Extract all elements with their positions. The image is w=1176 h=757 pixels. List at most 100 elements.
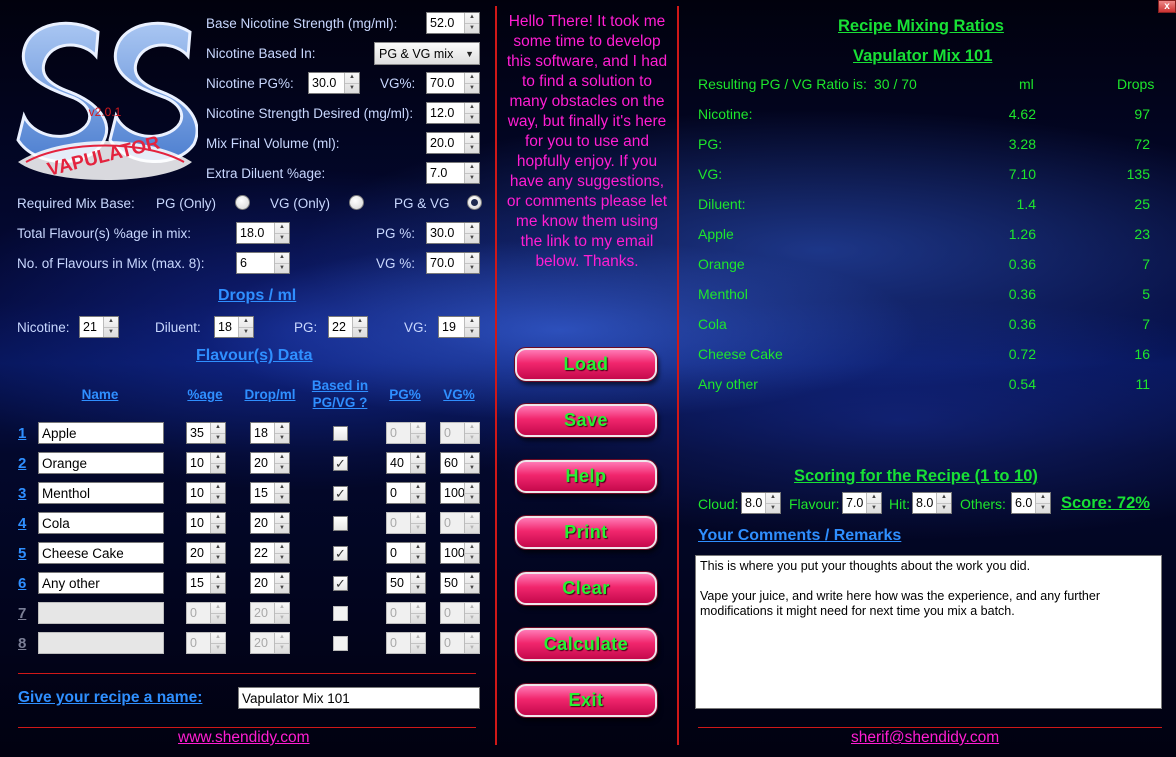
stepper-arrows-icon[interactable]: ▲ ▼ — [410, 483, 425, 503]
stepper-arrows-icon[interactable]: ▲ ▼ — [464, 253, 479, 273]
stepper-arrows-icon[interactable]: ▲ ▼ — [274, 513, 289, 533]
nicotine-based-in-select[interactable]: PG & VG mix ▼ — [374, 42, 480, 65]
flavour-drop-stepper[interactable]: 15 ▲ ▼ — [250, 482, 290, 504]
stepper-arrows-icon[interactable]: ▲ ▼ — [765, 493, 780, 513]
flavour-pct-stepper[interactable]: 20 ▲ ▼ — [186, 542, 226, 564]
flavour-name-input[interactable]: Menthol — [38, 482, 164, 504]
flavour-name-input[interactable]: Cola — [38, 512, 164, 534]
drops-pg-stepper[interactable]: 22 ▲ ▼ — [328, 316, 368, 338]
stepper-arrows-icon[interactable]: ▲ ▼ — [103, 317, 118, 337]
flavour-name-input[interactable]: Orange — [38, 452, 164, 474]
stepper-arrows-icon[interactable]: ▲ ▼ — [210, 573, 225, 593]
flavour-drop-stepper[interactable]: 20 ▲ ▼ — [250, 452, 290, 474]
recipe-name-input[interactable]: Vapulator Mix 101 — [238, 687, 480, 709]
based-in-pgvg-checkbox[interactable]: ✓ — [333, 546, 348, 561]
stepper-arrows-icon[interactable]: ▲ ▼ — [464, 573, 479, 593]
flavour-pct-stepper[interactable]: 35 ▲ ▼ — [186, 422, 226, 444]
flavour-name-input[interactable]: Any other — [38, 572, 164, 594]
stepper-arrows-icon[interactable]: ▲ ▼ — [210, 603, 225, 623]
stepper-arrows-icon[interactable]: ▲ ▼ — [274, 453, 289, 473]
website-link[interactable]: www.shendidy.com — [178, 729, 310, 747]
flavour-pct-stepper[interactable]: 0 ▲ ▼ — [186, 602, 226, 624]
save-button[interactable]: Save — [515, 404, 657, 437]
stepper-arrows-icon[interactable]: ▲ ▼ — [464, 603, 479, 623]
drops-nicotine-stepper[interactable]: 21 ▲ ▼ — [79, 316, 119, 338]
based-in-pgvg-checkbox[interactable]: ✓ — [333, 576, 348, 591]
clear-button[interactable]: Clear — [515, 572, 657, 605]
stepper-arrows-icon[interactable]: ▲ ▼ — [210, 453, 225, 473]
stepper-arrows-icon[interactable]: ▲ ▼ — [274, 573, 289, 593]
flavour-name-input[interactable]: Apple — [38, 422, 164, 444]
stepper-arrows-icon[interactable]: ▲ ▼ — [464, 13, 479, 33]
flavour-pg-stepper[interactable]: 40 ▲ ▼ — [386, 452, 426, 474]
based-in-pgvg-checkbox[interactable] — [333, 426, 348, 441]
stepper-arrows-icon[interactable]: ▲ ▼ — [238, 317, 253, 337]
hit-score-stepper[interactable]: 8.0 ▲ ▼ — [912, 492, 952, 514]
stepper-arrows-icon[interactable]: ▲ ▼ — [210, 633, 225, 653]
flavour-pg-stepper[interactable]: 0 ▲ ▼ — [386, 422, 426, 444]
stepper-arrows-icon[interactable]: ▲ ▼ — [210, 513, 225, 533]
flavour-drop-stepper[interactable]: 22 ▲ ▼ — [250, 542, 290, 564]
final-volume-stepper[interactable]: 20.0 ▲ ▼ — [426, 132, 480, 154]
stepper-arrows-icon[interactable]: ▲ ▼ — [410, 513, 425, 533]
extra-diluent-stepper[interactable]: 7.0 ▲ ▼ — [426, 162, 480, 184]
others-score-stepper[interactable]: 6.0 ▲ ▼ — [1011, 492, 1051, 514]
flavour-pct-stepper[interactable]: 10 ▲ ▼ — [186, 452, 226, 474]
stepper-arrows-icon[interactable]: ▲ ▼ — [464, 513, 479, 533]
drops-diluent-stepper[interactable]: 18 ▲ ▼ — [214, 316, 254, 338]
stepper-arrows-icon[interactable]: ▲ ▼ — [352, 317, 367, 337]
flavour-drop-stepper[interactable]: 18 ▲ ▼ — [250, 422, 290, 444]
total-flavour-stepper[interactable]: 18.0 ▲ ▼ — [236, 222, 290, 244]
stepper-arrows-icon[interactable]: ▲ ▼ — [936, 493, 951, 513]
flavour-vg-stepper[interactable]: 50 ▲ ▼ — [440, 572, 480, 594]
base-nicotine-stepper[interactable]: 52.0 ▲ ▼ — [426, 12, 480, 34]
cloud-score-stepper[interactable]: 8.0 ▲ ▼ — [741, 492, 781, 514]
drops-vg-stepper[interactable]: 19 ▲ ▼ — [438, 316, 480, 338]
flavour-vg-stepper[interactable]: 0 ▲ ▼ — [440, 602, 480, 624]
stepper-arrows-icon[interactable]: ▲ ▼ — [464, 483, 479, 503]
stepper-arrows-icon[interactable]: ▲ ▼ — [274, 483, 289, 503]
load-button[interactable]: Load — [515, 348, 657, 381]
flavour-pg-stepper[interactable]: 0 ▲ ▼ — [386, 632, 426, 654]
stepper-arrows-icon[interactable]: ▲ ▼ — [1035, 493, 1050, 513]
stepper-arrows-icon[interactable]: ▲ ▼ — [464, 317, 479, 337]
stepper-arrows-icon[interactable]: ▲ ▼ — [866, 493, 881, 513]
stepper-arrows-icon[interactable]: ▲ ▼ — [410, 423, 425, 443]
flavour-vg-stepper[interactable]: 0 ▲ ▼ — [440, 632, 480, 654]
stepper-arrows-icon[interactable]: ▲ ▼ — [464, 453, 479, 473]
nicotine-pg-stepper[interactable]: 30.0 ▲ ▼ — [308, 72, 360, 94]
flavour-name-input[interactable] — [38, 632, 164, 654]
flavour-vg-stepper[interactable]: 60 ▲ ▼ — [440, 452, 480, 474]
nicotine-desired-stepper[interactable]: 12.0 ▲ ▼ — [426, 102, 480, 124]
based-in-pgvg-checkbox[interactable]: ✓ — [333, 456, 348, 471]
flavour-pg-stepper[interactable]: 50 ▲ ▼ — [386, 572, 426, 594]
stepper-arrows-icon[interactable]: ▲ ▼ — [464, 633, 479, 653]
mix-base-pg-radio[interactable] — [235, 195, 250, 210]
flavour-pct-stepper[interactable]: 10 ▲ ▼ — [186, 512, 226, 534]
flavour-name-input[interactable] — [38, 602, 164, 624]
stepper-arrows-icon[interactable]: ▲ ▼ — [210, 423, 225, 443]
based-in-pgvg-checkbox[interactable] — [333, 636, 348, 651]
stepper-arrows-icon[interactable]: ▲ ▼ — [344, 73, 359, 93]
stepper-arrows-icon[interactable]: ▲ ▼ — [464, 73, 479, 93]
vg-pct-stepper[interactable]: 70.0 ▲ ▼ — [426, 252, 480, 274]
flavour-pct-stepper[interactable]: 10 ▲ ▼ — [186, 482, 226, 504]
stepper-arrows-icon[interactable]: ▲ ▼ — [464, 163, 479, 183]
pg-pct-stepper[interactable]: 30.0 ▲ ▼ — [426, 222, 480, 244]
mix-base-vg-radio[interactable] — [349, 195, 364, 210]
stepper-arrows-icon[interactable]: ▲ ▼ — [410, 453, 425, 473]
flavour-vg-stepper[interactable]: 100 ▲ ▼ — [440, 542, 480, 564]
stepper-arrows-icon[interactable]: ▲ ▼ — [410, 573, 425, 593]
stepper-arrows-icon[interactable]: ▲ ▼ — [210, 483, 225, 503]
flavour-name-input[interactable]: Cheese Cake — [38, 542, 164, 564]
stepper-arrows-icon[interactable]: ▲ ▼ — [410, 543, 425, 563]
print-button[interactable]: Print — [515, 516, 657, 549]
stepper-arrows-icon[interactable]: ▲ ▼ — [410, 633, 425, 653]
stepper-arrows-icon[interactable]: ▲ ▼ — [210, 543, 225, 563]
close-button[interactable]: x — [1158, 0, 1176, 13]
stepper-arrows-icon[interactable]: ▲ ▼ — [274, 603, 289, 623]
flavour-drop-stepper[interactable]: 20 ▲ ▼ — [250, 602, 290, 624]
flavour-pg-stepper[interactable]: 0 ▲ ▼ — [386, 542, 426, 564]
based-in-pgvg-checkbox[interactable] — [333, 516, 348, 531]
flavour-pg-stepper[interactable]: 0 ▲ ▼ — [386, 482, 426, 504]
